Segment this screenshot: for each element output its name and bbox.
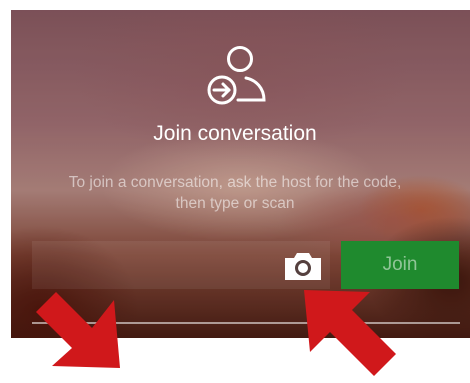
instructions-text: To join a conversation, ask the host for… <box>40 172 430 214</box>
instructions-line-1: To join a conversation, ask the host for… <box>68 174 402 191</box>
red-arrow-left <box>36 292 120 368</box>
join-conversation-icon <box>207 46 266 105</box>
camera-icon[interactable] <box>283 250 323 282</box>
red-arrow-right <box>304 290 396 376</box>
join-button[interactable]: Join <box>341 241 459 289</box>
page-title: Join conversation <box>153 122 317 145</box>
instructions-line-2: then type or scan <box>175 195 295 212</box>
